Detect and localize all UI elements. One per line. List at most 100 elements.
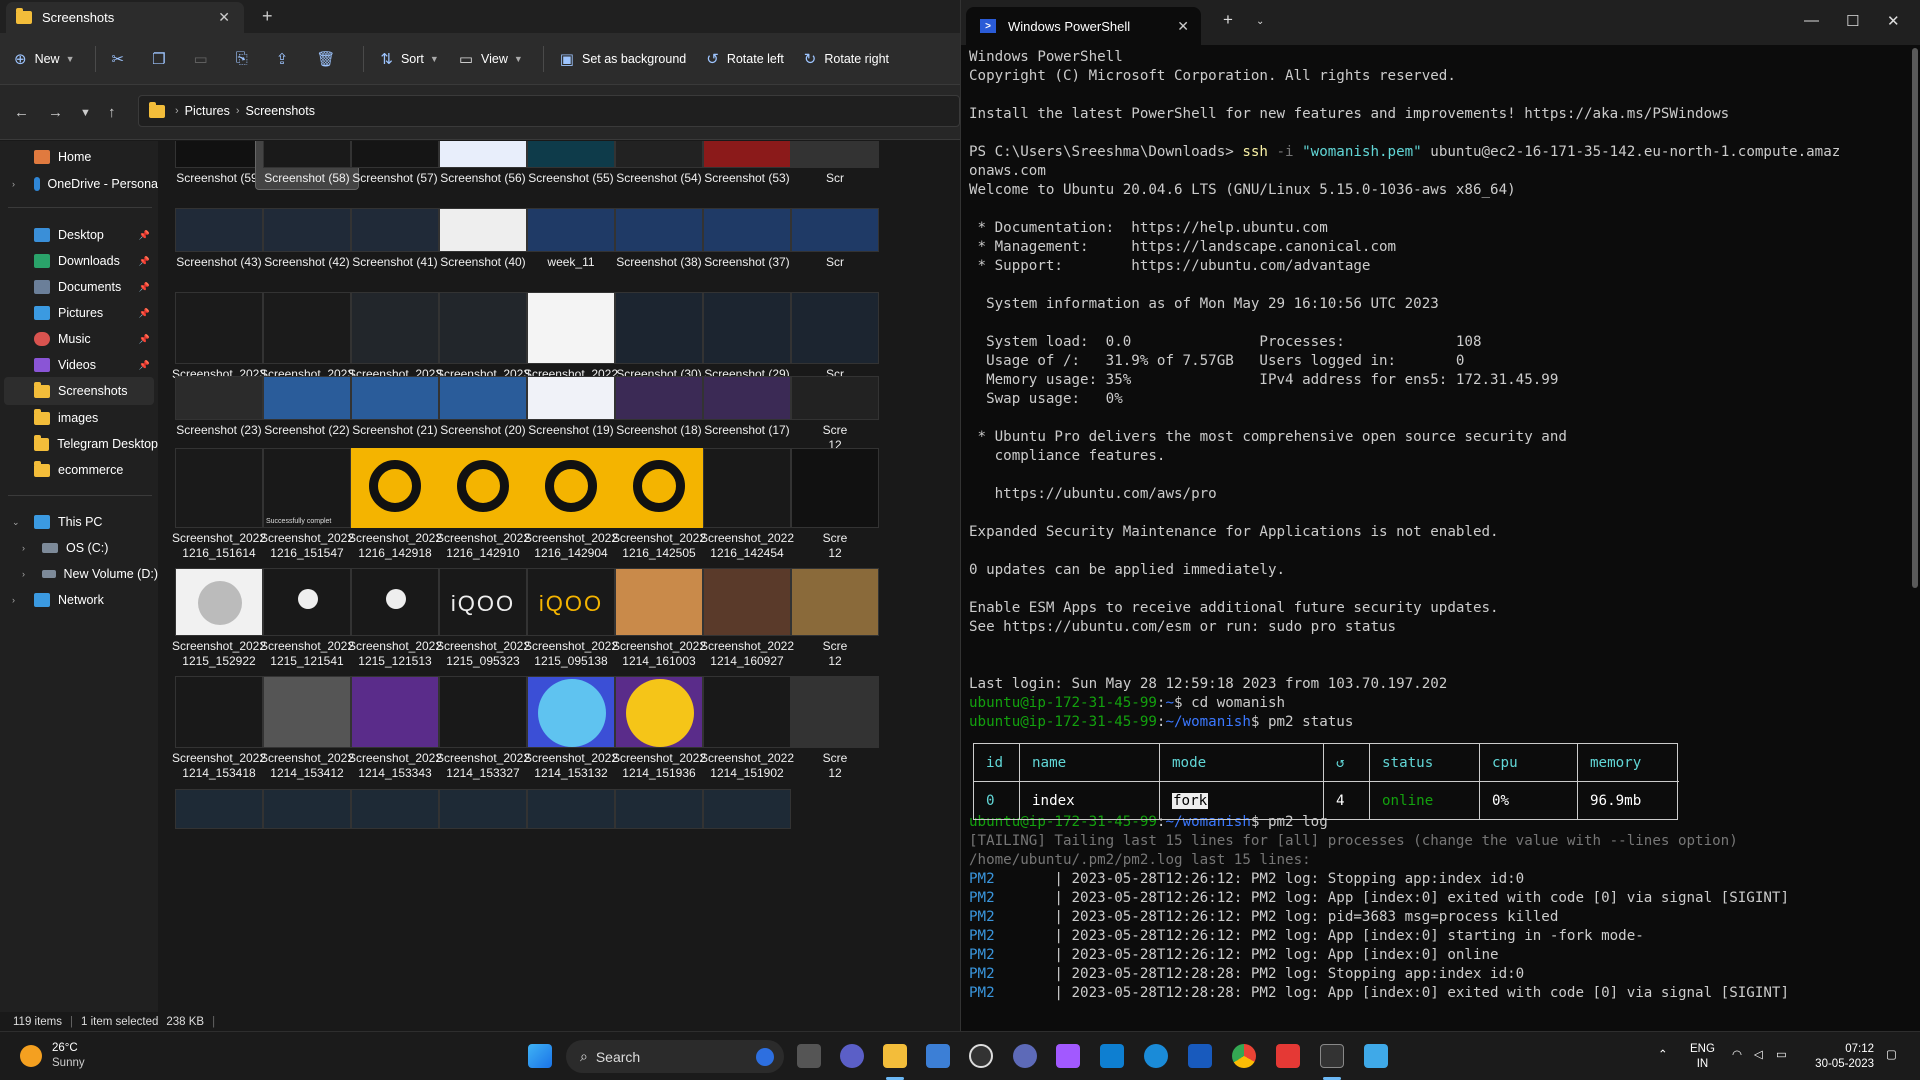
file-tile[interactable]: Scr <box>784 141 886 189</box>
file-tile[interactable]: Scr <box>784 205 886 273</box>
file-tile[interactable]: Screenshot (58) <box>255 141 359 190</box>
sidebar-item-os-c[interactable]: › OS (C:) <box>0 534 158 562</box>
file-tile[interactable]: Screenshot_2022 1215_121541 <box>256 565 358 672</box>
address-bar[interactable]: › Pictures › Screenshots <box>138 95 960 127</box>
forward-arrow-icon[interactable]: → <box>48 104 63 121</box>
task-view-icon[interactable] <box>797 1044 821 1068</box>
new-tab-icon[interactable]: + <box>262 6 273 27</box>
file-thumbnail[interactable] <box>263 789 351 829</box>
taskbar-search[interactable]: ⌕ Search <box>566 1040 784 1073</box>
file-tile[interactable]: week_11 <box>520 205 622 273</box>
explorer-tab[interactable]: Screenshots ✕ <box>6 2 244 33</box>
clock[interactable]: 07:12 30-05-2023 <box>1810 1042 1874 1072</box>
file-thumbnail[interactable] <box>703 789 791 829</box>
file-tile[interactable]: Screenshot_2022 1216_142910 <box>432 445 534 564</box>
sidebar-item-onedrive[interactable]: › OneDrive - Persona <box>0 170 158 198</box>
file-thumbnail[interactable] <box>175 789 263 829</box>
file-tile[interactable]: Scre 12 <box>784 673 886 784</box>
file-explorer-icon[interactable] <box>883 1044 907 1068</box>
rotate-right-button[interactable]: ↻ Rotate right <box>804 50 889 68</box>
file-tile[interactable]: Screenshot (18) <box>608 373 710 441</box>
teams-chat-icon[interactable] <box>840 1044 864 1068</box>
vscode-icon[interactable] <box>1100 1044 1124 1068</box>
file-tile[interactable]: Screenshot (41) <box>344 205 446 273</box>
anydesk-icon[interactable] <box>1276 1044 1300 1068</box>
file-tile[interactable]: Screenshot (37) <box>696 205 798 273</box>
sidebar-item-ecommerce[interactable]: ecommerce <box>0 456 158 484</box>
sidebar-item-downloads[interactable]: Downloads 📌 <box>0 247 158 275</box>
close-window-icon[interactable]: ✕ <box>1887 12 1900 30</box>
edge-icon[interactable] <box>1144 1044 1168 1068</box>
file-thumbnail[interactable] <box>527 789 615 829</box>
terminal-scrollbar[interactable] <box>1912 48 1918 588</box>
pin-icon[interactable]: 📌 <box>139 334 150 345</box>
dell-icon[interactable] <box>969 1044 993 1068</box>
pin-icon[interactable]: 📌 <box>139 308 150 319</box>
file-tile[interactable]: Screenshot (54) <box>608 141 710 189</box>
sidebar-item-home[interactable]: Home <box>0 143 158 171</box>
file-tile[interactable]: Screenshot_2022 1214_153418 <box>168 673 270 784</box>
close-tab-icon[interactable]: ✕ <box>218 9 230 26</box>
file-tile[interactable]: Screenshot (55) <box>520 141 622 189</box>
back-arrow-icon[interactable]: ← <box>14 104 29 121</box>
file-tile[interactable]: Screenshot_2022 1216_142454 <box>696 445 798 564</box>
wifi-icon[interactable]: ◠ <box>1732 1048 1742 1063</box>
maximize-icon[interactable]: ☐ <box>1846 12 1859 30</box>
file-tile[interactable]: Screenshot_2022 1216_142904 <box>520 445 622 564</box>
file-tile[interactable]: Screenshot_2022 1216_151614 <box>168 445 270 564</box>
language-indicator[interactable]: ENG IN <box>1690 1042 1715 1072</box>
sidebar-item-documents[interactable]: Documents 📌 <box>0 273 158 301</box>
file-tile[interactable]: Screenshot_2022 1214_153412 <box>256 673 358 784</box>
file-thumbnail[interactable] <box>439 789 527 829</box>
file-tile[interactable]: Screenshot_2022 1214_151902 <box>696 673 798 784</box>
word-icon[interactable] <box>1188 1044 1212 1068</box>
file-tile[interactable]: Screenshot (22) <box>256 373 358 441</box>
file-tile[interactable]: Screenshot_2022 1214_160927 <box>696 565 798 672</box>
rotate-left-button[interactable]: ↺ Rotate left <box>706 50 784 68</box>
file-tile[interactable]: Screenshot (21) <box>344 373 446 441</box>
terminal-output[interactable]: Windows PowerShell Copyright (C) Microsof… <box>969 48 1909 1003</box>
file-tile[interactable]: Screenshot_2022 1215_152922 <box>168 565 270 672</box>
close-tab-icon[interactable]: ✕ <box>1177 18 1189 35</box>
file-tile[interactable]: Scre 12 <box>784 373 886 456</box>
store-icon[interactable] <box>926 1044 950 1068</box>
notepad-icon[interactable] <box>1364 1044 1388 1068</box>
figma-icon[interactable] <box>1056 1044 1080 1068</box>
file-tile[interactable]: Screenshot (30) <box>608 289 710 385</box>
file-tile[interactable]: Screenshot (19) <box>520 373 622 441</box>
notification-icon[interactable]: ▢ <box>1886 1048 1897 1063</box>
file-tile[interactable]: Screenshot (17) <box>696 373 798 441</box>
file-tile[interactable]: Screenshot (20) <box>432 373 534 441</box>
file-tile[interactable]: Screenshot (38) <box>608 205 710 273</box>
sidebar-item-pictures[interactable]: Pictures 📌 <box>0 299 158 327</box>
file-tile[interactable]: Scre 12 <box>784 445 886 564</box>
minimize-icon[interactable]: — <box>1804 12 1819 29</box>
file-tile[interactable]: Screenshot_2022 1216_142918 <box>344 445 446 564</box>
sidebar-item-videos[interactable]: Videos 📌 <box>0 351 158 379</box>
file-tile[interactable]: Screenshot_2022 1214_161003 <box>608 565 710 672</box>
file-tile[interactable]: Screenshot (23) <box>168 373 270 441</box>
sidebar-item-new-volume[interactable]: › New Volume (D:) <box>0 560 158 588</box>
sidebar-item-this-pc[interactable]: ⌄ This PC <box>0 508 158 536</box>
cut-button[interactable]: ✂ <box>112 50 133 68</box>
file-tile[interactable]: Screenshot (59) <box>168 141 270 189</box>
share-button[interactable]: ⇪ <box>276 50 297 68</box>
app-icon[interactable] <box>1013 1044 1037 1068</box>
file-thumbnail[interactable] <box>351 789 439 829</box>
sort-button[interactable]: ⇅ Sort ▼ <box>380 50 438 68</box>
up-arrow-icon[interactable]: ↑ <box>108 104 116 121</box>
pin-icon[interactable]: 📌 <box>139 282 150 293</box>
file-tile[interactable]: Screenshot (43) <box>168 205 270 273</box>
sidebar-item-screenshots[interactable]: Screenshots <box>4 377 154 405</box>
pin-icon[interactable]: 📌 <box>139 230 150 241</box>
new-button[interactable]: ⊕ New ▼ <box>14 50 75 68</box>
terminal-icon[interactable] <box>1320 1044 1344 1068</box>
file-tile[interactable]: Screenshot (53) <box>696 141 798 189</box>
rename-button[interactable]: ⎘ <box>236 50 256 67</box>
sidebar-item-music[interactable]: Music 📌 <box>0 325 158 353</box>
file-tile[interactable]: iQOO Screenshot_2022 1215_095323 <box>432 565 534 672</box>
view-button[interactable]: ▭ View ▼ <box>459 50 523 68</box>
new-tab-icon[interactable]: + <box>1223 10 1233 30</box>
file-tile[interactable]: Screenshot_2022 1214_153343 <box>344 673 446 784</box>
file-tile[interactable]: Successfully complet Screenshot_2022 1216… <box>256 445 358 564</box>
